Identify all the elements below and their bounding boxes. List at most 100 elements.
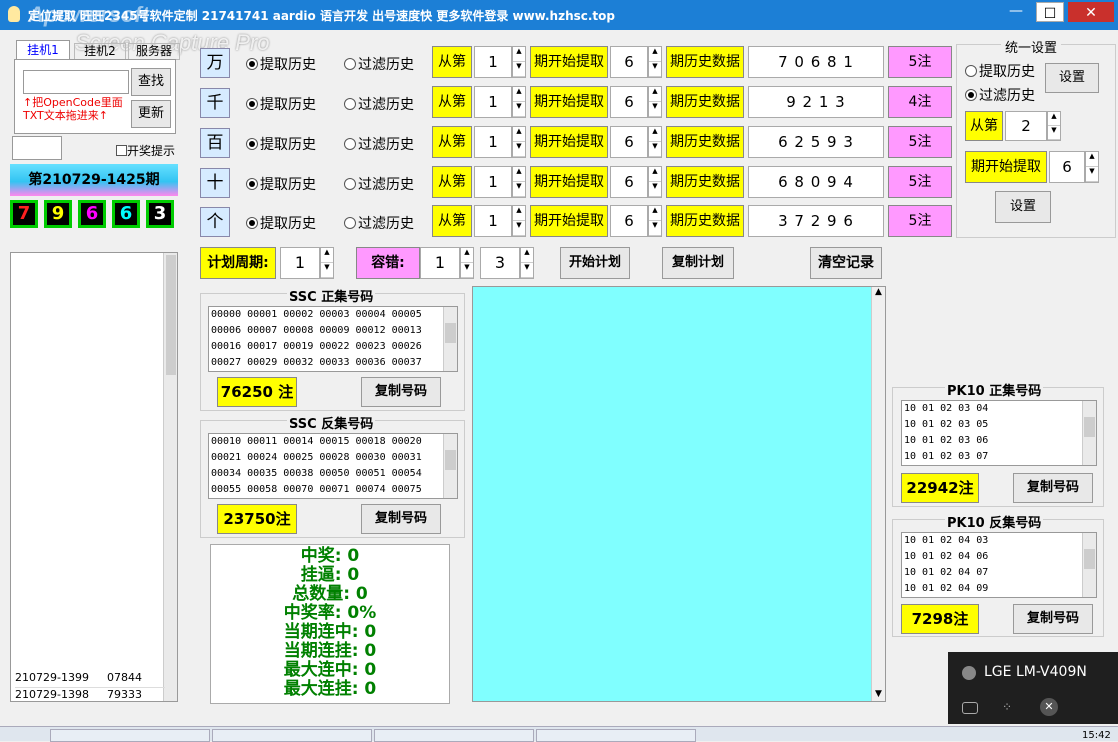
row-extract-radio[interactable]: 提取历史 bbox=[246, 54, 316, 74]
minimize-button[interactable]: — bbox=[1000, 0, 1032, 24]
row-start-input[interactable]: 6 bbox=[610, 166, 648, 198]
row-from-spinner[interactable]: ▲ ▼ bbox=[512, 86, 526, 118]
ssc-negative-group: SSC 反集号码 00010 00011 00014 00015 00018 0… bbox=[200, 413, 465, 538]
unified-extract-label: 提取历史 bbox=[979, 64, 1035, 80]
row-digits[interactable]: 7 0 6 8 1 bbox=[748, 46, 884, 78]
ssc-negative-list[interactable]: 00010 00011 00014 00015 00018 00020 0002… bbox=[208, 433, 458, 499]
tolerance-spinner-1[interactable]: ▲ ▼ bbox=[460, 247, 474, 279]
ssc-negative-title: SSC 反集号码 bbox=[287, 413, 376, 432]
taskbar-clock[interactable]: 15:42 bbox=[1082, 730, 1111, 741]
row-from-spinner[interactable]: ▲ ▼ bbox=[512, 166, 526, 198]
row-start-input[interactable]: 6 bbox=[610, 205, 648, 237]
row-start-label: 期开始提取 bbox=[530, 126, 608, 158]
tab-server[interactable]: 服务器 bbox=[128, 43, 180, 60]
tab-hangup2[interactable]: 挂机2 bbox=[74, 43, 126, 60]
row-start-input[interactable]: 6 bbox=[610, 126, 648, 158]
row-filter-radio[interactable]: 过滤历史 bbox=[344, 54, 414, 74]
small-input[interactable] bbox=[12, 136, 62, 160]
row-digits[interactable]: 6 8 0 9 4 bbox=[748, 166, 884, 198]
pk10-positive-copy-button[interactable]: 复制号码 bbox=[1013, 473, 1093, 503]
row-start-spinner[interactable]: ▲ ▼ bbox=[648, 86, 662, 118]
tolerance-spinner-2[interactable]: ▲ ▼ bbox=[520, 247, 534, 279]
history-scrollbar[interactable] bbox=[163, 253, 177, 701]
device-notification[interactable]: LGE LM-V409N ⁘ ✕ bbox=[948, 652, 1118, 724]
row-history-label: 期历史数据 bbox=[666, 46, 744, 78]
row-extract-radio[interactable]: 提取历史 bbox=[246, 213, 316, 233]
row-digits[interactable]: 6 2 5 9 3 bbox=[748, 126, 884, 158]
apps-icon[interactable]: ⁘ bbox=[1002, 700, 1012, 714]
unified-from-spinner[interactable]: ▲ ▼ bbox=[1047, 111, 1061, 141]
row-extract-radio[interactable]: 提取历史 bbox=[246, 174, 316, 194]
ssc-positive-title: SSC 正集号码 bbox=[287, 286, 376, 305]
ssc-positive-copy-button[interactable]: 复制号码 bbox=[361, 377, 441, 407]
plan-output-scrollbar[interactable]: ▲ ▼ bbox=[871, 287, 885, 701]
row-start-spinner[interactable]: ▲ ▼ bbox=[648, 166, 662, 198]
row-start-input[interactable]: 6 bbox=[610, 86, 648, 118]
row-extract-radio[interactable]: 提取历史 bbox=[246, 94, 316, 114]
row-from-input[interactable]: 1 bbox=[474, 46, 512, 78]
tolerance-input-1[interactable]: 1 bbox=[420, 247, 460, 279]
row-from-input[interactable]: 1 bbox=[474, 166, 512, 198]
file-input[interactable] bbox=[23, 70, 129, 94]
unified-set-button-1[interactable]: 设置 bbox=[1045, 63, 1099, 93]
row-from-input[interactable]: 1 bbox=[474, 205, 512, 237]
ssc-positive-list[interactable]: 00000 00001 00002 00003 00004 00005 0000… bbox=[208, 306, 458, 372]
row-digits[interactable]: 9 2 1 3 bbox=[748, 86, 884, 118]
close-button[interactable]: ✕ bbox=[1068, 2, 1114, 22]
plan-cycle-spinner[interactable]: ▲ ▼ bbox=[320, 247, 334, 279]
row-filter-radio[interactable]: 过滤历史 bbox=[344, 174, 414, 194]
unified-start-spinner[interactable]: ▲ ▼ bbox=[1085, 151, 1099, 183]
row-label: 万 bbox=[200, 48, 230, 78]
taskbar-item[interactable] bbox=[212, 729, 372, 742]
unified-filter-radio[interactable]: 过滤历史 bbox=[965, 85, 1035, 105]
result-ball: 9 bbox=[44, 200, 72, 228]
start-plan-button[interactable]: 开始计划 bbox=[560, 247, 630, 279]
prize-alert-checkbox[interactable]: 开奖提示 bbox=[116, 142, 175, 159]
message-icon[interactable] bbox=[962, 702, 978, 714]
tab-hangup1[interactable]: 挂机1 bbox=[16, 40, 70, 60]
maximize-button[interactable]: ☐ bbox=[1036, 2, 1064, 22]
row-from-spinner[interactable]: ▲ ▼ bbox=[512, 46, 526, 78]
copy-plan-button[interactable]: 复制计划 bbox=[662, 247, 734, 279]
search-button[interactable]: 查找 bbox=[131, 68, 171, 96]
row-filter-radio[interactable]: 过滤历史 bbox=[344, 134, 414, 154]
ssc-positive-scrollbar[interactable] bbox=[443, 307, 457, 371]
row-filter-radio[interactable]: 过滤历史 bbox=[344, 94, 414, 114]
pk10-positive-scrollbar[interactable] bbox=[1082, 401, 1096, 465]
row-start-spinner[interactable]: ▲ ▼ bbox=[648, 46, 662, 78]
row-digits[interactable]: 3 7 2 9 6 bbox=[748, 205, 884, 237]
taskbar-item[interactable] bbox=[374, 729, 534, 742]
plan-cycle-input[interactable]: 1 bbox=[280, 247, 320, 279]
row-filter-radio[interactable]: 过滤历史 bbox=[344, 213, 414, 233]
taskbar-item[interactable] bbox=[536, 729, 696, 742]
ssc-negative-copy-button[interactable]: 复制号码 bbox=[361, 504, 441, 534]
row-label: 百 bbox=[200, 128, 230, 158]
pk10-negative-list[interactable]: 10 01 02 04 03 10 01 02 04 06 10 01 02 0… bbox=[901, 532, 1097, 598]
row-from-input[interactable]: 1 bbox=[474, 86, 512, 118]
row-start-spinner[interactable]: ▲ ▼ bbox=[648, 205, 662, 237]
row-from-label: 从第 bbox=[432, 86, 472, 118]
row-count: 5注 bbox=[888, 126, 952, 158]
history-list[interactable]: 210729-1399 07844 210729-1398 79333 bbox=[10, 252, 178, 702]
pk10-negative-scrollbar[interactable] bbox=[1082, 533, 1096, 597]
unified-extract-radio[interactable]: 提取历史 bbox=[965, 61, 1035, 81]
taskbar-item[interactable] bbox=[50, 729, 210, 742]
unified-set-button-2[interactable]: 设置 bbox=[995, 191, 1051, 223]
dismiss-icon[interactable]: ✕ bbox=[1040, 698, 1058, 716]
ssc-positive-line: 00006 00007 00008 00009 00012 00013 bbox=[211, 325, 422, 336]
unified-from-input[interactable]: 2 bbox=[1005, 111, 1047, 141]
ssc-negative-scrollbar[interactable] bbox=[443, 434, 457, 498]
row-from-input[interactable]: 1 bbox=[474, 126, 512, 158]
tolerance-input-2[interactable]: 3 bbox=[480, 247, 520, 279]
pk10-negative-copy-button[interactable]: 复制号码 bbox=[1013, 604, 1093, 634]
clear-records-button[interactable]: 清空记录 bbox=[810, 247, 882, 279]
row-start-input[interactable]: 6 bbox=[610, 46, 648, 78]
row-start-spinner[interactable]: ▲ ▼ bbox=[648, 126, 662, 158]
update-button[interactable]: 更新 bbox=[131, 100, 171, 128]
plan-output-area[interactable]: ▲ ▼ bbox=[472, 286, 886, 702]
row-extract-radio[interactable]: 提取历史 bbox=[246, 134, 316, 154]
row-from-spinner[interactable]: ▲ ▼ bbox=[512, 126, 526, 158]
row-from-spinner[interactable]: ▲ ▼ bbox=[512, 205, 526, 237]
unified-start-input[interactable]: 6 bbox=[1049, 151, 1085, 183]
pk10-positive-list[interactable]: 10 01 02 03 04 10 01 02 03 05 10 01 02 0… bbox=[901, 400, 1097, 466]
